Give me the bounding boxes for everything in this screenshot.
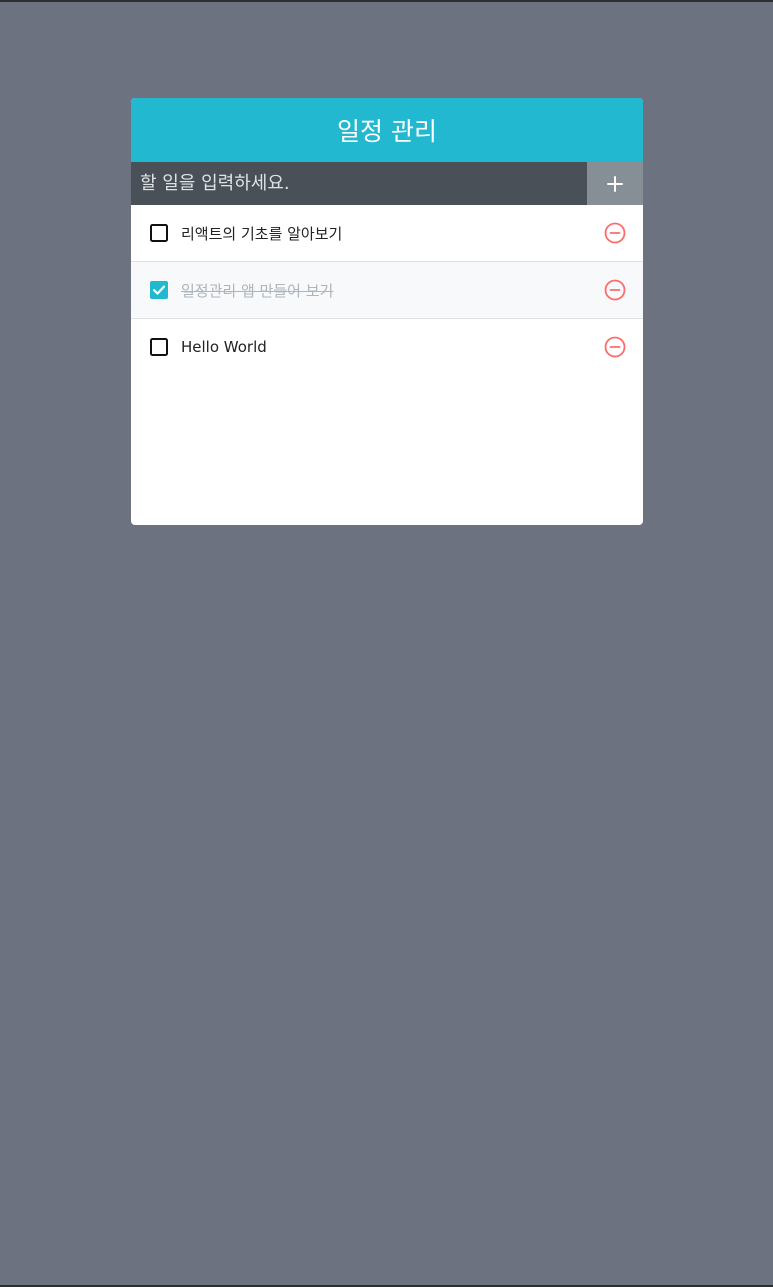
square-outline-icon — [150, 338, 168, 356]
add-todo-button[interactable] — [587, 162, 643, 205]
todo-item: 일정관리 앱 만들어 보기 — [131, 262, 643, 319]
remove-todo-button[interactable] — [604, 279, 626, 301]
minus-circle-icon — [604, 222, 626, 244]
square-outline-icon — [150, 224, 168, 242]
todo-text: 리액트의 기초를 알아보기 — [181, 224, 343, 243]
todo-insert-form — [131, 162, 643, 205]
todo-template: 일정 관리 리액트의 기초를 알아보기 — [131, 98, 643, 525]
todo-input[interactable] — [131, 162, 587, 205]
minus-circle-icon — [604, 279, 626, 301]
remove-todo-button[interactable] — [604, 222, 626, 244]
todo-checkbox[interactable]: 일정관리 앱 만들어 보기 — [149, 280, 604, 301]
todo-text: 일정관리 앱 만들어 보기 — [181, 281, 334, 300]
minus-circle-icon — [604, 336, 626, 358]
todo-checkbox[interactable]: 리액트의 기초를 알아보기 — [149, 223, 604, 244]
checked-square-icon — [150, 281, 168, 299]
plus-icon — [607, 175, 623, 192]
todo-item: 리액트의 기초를 알아보기 — [131, 205, 643, 262]
todo-checkbox[interactable]: Hello World — [149, 337, 604, 357]
remove-todo-button[interactable] — [604, 336, 626, 358]
todo-text: Hello World — [181, 338, 267, 356]
todo-item: Hello World — [131, 319, 643, 375]
app-title: 일정 관리 — [131, 98, 643, 162]
window-top-edge — [0, 0, 773, 2]
todo-list: 리액트의 기초를 알아보기 일정관리 앱 만들어 보기 Hello World — [131, 205, 643, 375]
